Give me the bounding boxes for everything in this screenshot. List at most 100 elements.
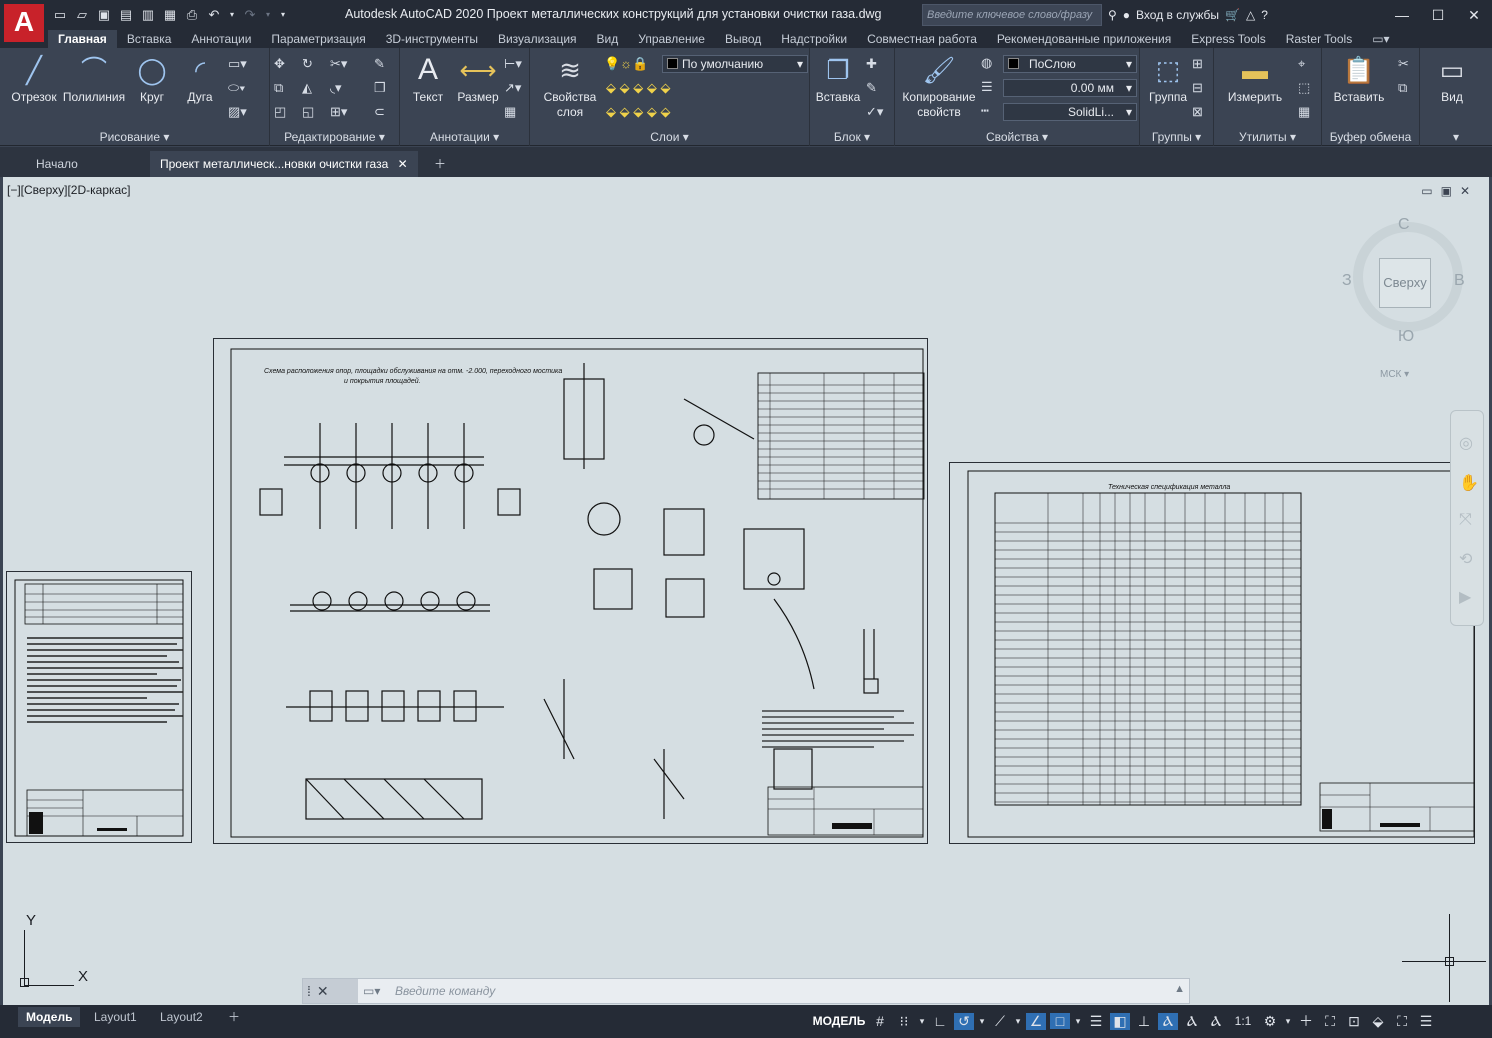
user-icon[interactable]: ● <box>1123 8 1130 22</box>
circle-tool[interactable]: ◯ Круг <box>130 54 174 104</box>
grid-icon[interactable]: # <box>870 1013 890 1029</box>
signin-button[interactable]: Вход в службы <box>1136 8 1219 22</box>
new-tab-button[interactable]: ＋ <box>424 151 456 177</box>
clipboard-panel-title[interactable]: Буфер обмена <box>1322 130 1419 144</box>
ribbon-display-toggle-icon[interactable]: ▭▾ <box>1362 30 1399 48</box>
lineweight-toggle-icon[interactable]: ☰ <box>1086 1013 1106 1030</box>
paste-tool[interactable]: 📋 Вставить <box>1328 54 1390 104</box>
drawing-sheet-notes[interactable] <box>6 571 192 843</box>
transparency-icon[interactable]: ◧ <box>1110 1012 1130 1030</box>
insert-block-tool[interactable]: ❐ Вставка <box>814 54 862 104</box>
ungroup-icon[interactable]: ⊞ <box>1192 56 1203 72</box>
osnap-icon[interactable]: □ <box>1050 1013 1070 1029</box>
compass-west-label[interactable]: З <box>1342 272 1352 290</box>
undo-dropdown-icon[interactable]: ▾ <box>228 7 236 23</box>
annotation-monitor-icon[interactable]: ＋ <box>1296 1011 1316 1031</box>
select-all-icon[interactable]: ⬚ <box>1298 80 1310 96</box>
erase-icon[interactable]: ✎ <box>374 56 385 72</box>
annotation-visibility-icon[interactable]: Ⲁ <box>1158 1012 1178 1030</box>
move-icon[interactable]: ✥ <box>274 56 285 72</box>
ribbon-tab-10[interactable]: Совместная работа <box>857 30 987 48</box>
redo-dropdown-icon[interactable]: ▾ <box>264 7 272 23</box>
ribbon-tab-4[interactable]: 3D-инструменты <box>376 30 488 48</box>
snap-dropdown-icon[interactable]: ▾ <box>918 1016 926 1027</box>
properties-panel-title[interactable]: Свойства ▾ <box>895 130 1139 144</box>
drawing-sheet-main[interactable]: Схема расположения опор, площадки обслуж… <box>213 338 928 844</box>
new-file-icon[interactable]: ▭ <box>52 7 68 23</box>
layout-tab-2[interactable]: Layout2 <box>152 1007 211 1027</box>
leader-icon[interactable]: ↗▾ <box>504 80 521 96</box>
ribbon-tab-0[interactable]: Главная <box>48 30 117 48</box>
clean-screen-icon[interactable]: ⛶ <box>1392 1013 1412 1030</box>
help-icon[interactable]: ? <box>1261 8 1268 22</box>
block-panel-title[interactable]: Блок ▾ <box>810 130 894 144</box>
groups-panel-title[interactable]: Группы ▾ <box>1140 130 1213 144</box>
quick-select-icon[interactable]: ⌖ <box>1298 56 1305 72</box>
explode-icon[interactable]: ❒ <box>374 80 386 96</box>
command-history-icon[interactable]: ▲ <box>1174 983 1185 995</box>
add-layout-button[interactable]: ＋ <box>220 1007 248 1027</box>
navigation-bar[interactable]: ◎ ✋ ⤧ ⟲ ▶ <box>1450 410 1484 626</box>
layer-dropdown[interactable]: По умолчанию ▾ <box>662 55 808 73</box>
zoom-extents-icon[interactable]: ⤧ <box>1459 511 1472 529</box>
stretch-icon[interactable]: ◰ <box>274 104 286 120</box>
polyline-tool[interactable]: ⌒ Полилиния <box>62 54 126 104</box>
viewport-controls-label[interactable]: [−][Сверху][2D-каркас] <box>7 183 131 197</box>
viewport-window-controls[interactable]: ▭▣✕ <box>1421 184 1478 198</box>
print-icon[interactable]: ⎙ <box>184 7 200 23</box>
isodraft-icon[interactable]: ⟋ <box>990 1013 1010 1030</box>
scale-icon[interactable]: ◱ <box>302 104 314 120</box>
layout-tab-1[interactable]: Layout1 <box>86 1007 145 1027</box>
line-tool[interactable]: ╱ Отрезок <box>8 54 60 104</box>
rotate-icon[interactable]: ↻ <box>302 56 313 72</box>
ribbon-tab-13[interactable]: Raster Tools <box>1276 30 1362 48</box>
compass-north-label[interactable]: С <box>1398 216 1410 234</box>
annotation-panel-title[interactable]: Аннотации ▾ <box>400 130 529 144</box>
hatch-icon[interactable]: ▨▾ <box>228 104 247 120</box>
redo-icon[interactable]: ↷ <box>242 7 258 23</box>
linetype-icon[interactable]: ┅ <box>981 103 989 119</box>
save-as-icon[interactable]: ▤ <box>118 7 134 23</box>
copy-icon[interactable]: ⧉ <box>274 80 283 96</box>
fillet-icon[interactable]: ◟▾ <box>330 80 342 96</box>
compass-east-label[interactable]: В <box>1454 272 1465 290</box>
polar-dropdown-icon[interactable]: ▾ <box>978 1016 986 1027</box>
compass-south-label[interactable]: Ю <box>1398 328 1414 346</box>
viewcube-face-top[interactable]: Сверху <box>1379 258 1431 308</box>
model-space-button[interactable]: МОДЕЛЬ <box>812 1014 866 1028</box>
linetype-dropdown[interactable]: SolidLi... ▾ <box>1003 103 1137 121</box>
customize-qat-icon[interactable]: ▾ <box>278 7 288 23</box>
start-tab[interactable]: Начало <box>26 151 88 177</box>
snap-icon[interactable]: ⁝⁝ <box>894 1013 914 1030</box>
ribbon-tab-7[interactable]: Управление <box>628 30 715 48</box>
web-mobile-open-icon[interactable]: ▥ <box>140 7 156 23</box>
group-tool[interactable]: ⬚ Группа <box>1144 54 1192 104</box>
quick-properties-icon[interactable]: ⊡ <box>1344 1013 1364 1030</box>
search-input[interactable]: Введите ключевое слово/фразу <box>922 4 1102 26</box>
cart-icon[interactable]: 🛒 <box>1225 8 1240 22</box>
close-icon[interactable]: ✕ <box>1456 0 1492 30</box>
customization-menu-icon[interactable]: ☰ <box>1416 1013 1436 1030</box>
auto-scale-icon[interactable]: Ⲁ <box>1182 1013 1202 1030</box>
view-panel-expand[interactable]: ▾ <box>1420 130 1492 144</box>
dimension-tool[interactable]: ⟷ Размер <box>454 54 502 104</box>
isolate-objects-icon[interactable]: ⬙ <box>1368 1013 1388 1030</box>
mirror-icon[interactable]: ◭ <box>302 80 312 96</box>
create-block-icon[interactable]: ✚ <box>866 56 877 72</box>
wcs-menu[interactable]: МСК ▾ <box>1380 369 1409 380</box>
pan-icon[interactable]: ✋ <box>1459 473 1479 493</box>
layers-panel-title[interactable]: Слои ▾ <box>530 130 809 144</box>
ribbon-tab-9[interactable]: Надстройки <box>771 30 857 48</box>
ribbon-tab-12[interactable]: Express Tools <box>1181 30 1275 48</box>
rectangle-icon[interactable]: ▭▾ <box>228 56 247 72</box>
binoculars-icon[interactable]: ⚲ <box>1108 8 1117 22</box>
recent-commands-icon[interactable]: ▭▾ <box>363 984 380 998</box>
gear-icon[interactable]: ⚙ <box>1260 1013 1280 1030</box>
command-line-controls[interactable]: ⁞✕🔧 <box>303 979 358 1023</box>
layer-tools-row2-icons[interactable]: ⬙ ⬙ ⬙ ⬙ ⬙ <box>606 104 670 120</box>
group-edit-icon[interactable]: ⊟ <box>1192 80 1203 96</box>
annotation-scale-value[interactable]: 1:1 <box>1230 1014 1256 1028</box>
layer-tools-row1-icons[interactable]: ⬙ ⬙ ⬙ ⬙ ⬙ <box>606 80 670 96</box>
annotation-scale-icon[interactable]: Ⲁ <box>1206 1013 1226 1030</box>
osnap-tracking-icon[interactable]: ∠ <box>1026 1012 1046 1030</box>
